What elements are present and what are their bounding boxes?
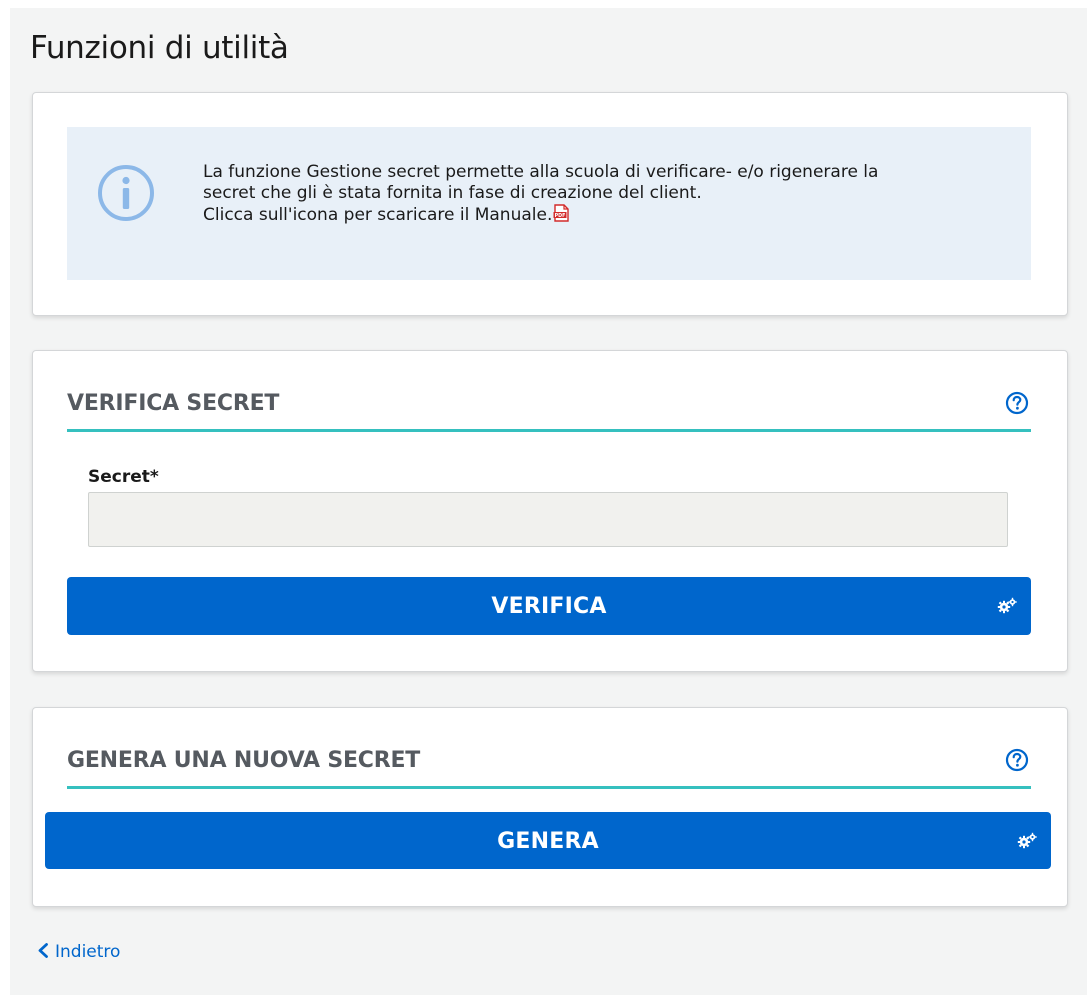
gears-icon: [1017, 832, 1037, 849]
generate-button[interactable]: GENERA: [45, 812, 1051, 869]
verify-button[interactable]: VERIFICA: [67, 577, 1031, 635]
info-line-3: Clicca sull'icona per scaricare il Manua…: [203, 204, 1003, 226]
secret-input[interactable]: [88, 492, 1008, 547]
info-box: La funzione Gestione secret permette all…: [67, 127, 1031, 280]
verify-section-title: VERIFICA SECRET: [67, 391, 280, 416]
page-title: Funzioni di utilità: [30, 30, 289, 66]
question-circle-icon[interactable]: [1005, 748, 1029, 772]
chevron-left-icon: [38, 943, 48, 958]
info-line-3-text: Clicca sull'icona per scaricare il Manua…: [203, 205, 553, 225]
info-line-2: secret che gli è stata fornita in fase d…: [203, 183, 702, 203]
generate-secret-card: GENERA UNA NUOVA SECRET GENERA: [32, 707, 1068, 907]
info-line-1: La funzione Gestione secret permette all…: [203, 162, 879, 182]
info-circle-icon: [98, 165, 154, 221]
verify-secret-card: VERIFICA SECRET Secret* VERIFICA: [32, 350, 1068, 672]
verify-section-header: VERIFICA SECRET: [67, 387, 1031, 432]
generate-button-label: GENERA: [497, 829, 599, 854]
back-link-label: Indietro: [55, 942, 121, 962]
generate-section-header: GENERA UNA NUOVA SECRET: [67, 744, 1031, 789]
secret-field-label: Secret*: [88, 467, 159, 487]
info-card: La funzione Gestione secret permette all…: [32, 92, 1068, 316]
svg-text:PDF: PDF: [555, 213, 566, 219]
back-link[interactable]: Indietro: [37, 942, 120, 962]
question-circle-icon[interactable]: [1005, 391, 1029, 415]
verify-button-label: VERIFICA: [491, 594, 607, 619]
generate-section-title: GENERA UNA NUOVA SECRET: [67, 748, 421, 773]
page-container: Funzioni di utilità La funzione Gestione…: [10, 8, 1087, 995]
info-text: La funzione Gestione secret permette all…: [203, 162, 1003, 226]
gears-icon: [997, 597, 1017, 614]
pdf-file-icon[interactable]: PDF: [553, 204, 570, 222]
